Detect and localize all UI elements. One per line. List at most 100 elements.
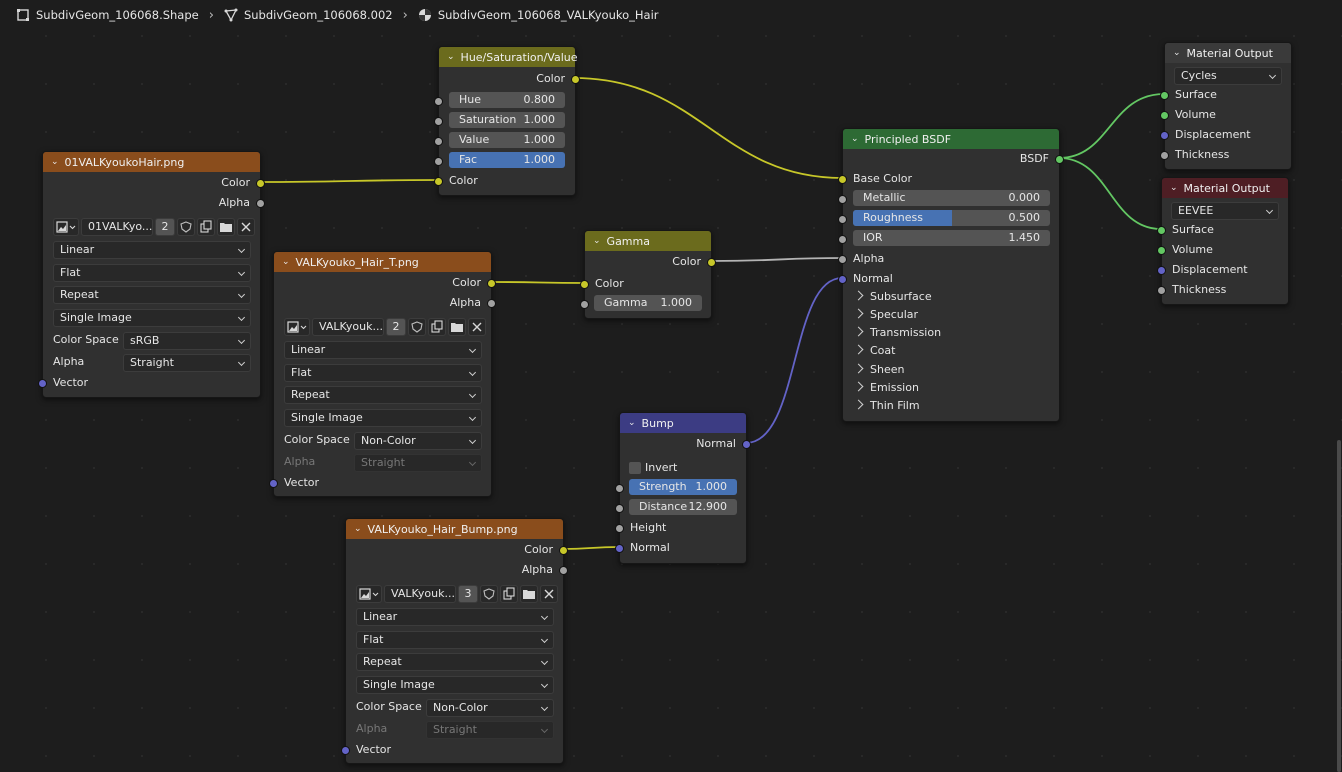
output-socket[interactable] (487, 299, 496, 308)
collapse-icon[interactable]: ⌄ (51, 157, 59, 167)
panel-sheen[interactable]: Sheen (853, 361, 904, 379)
input-socket[interactable] (580, 300, 589, 309)
projection-dropdown[interactable]: Flat (284, 364, 482, 382)
collapse-icon[interactable]: ⌄ (282, 257, 290, 267)
input-socket[interactable] (580, 280, 589, 289)
interpolation-dropdown[interactable]: Linear (284, 341, 482, 359)
duplicate-icon[interactable] (197, 218, 215, 236)
input-socket[interactable] (615, 544, 624, 553)
strength-field[interactable]: Strength 1.000 (629, 479, 737, 495)
input-socket[interactable] (434, 177, 443, 186)
extension-dropdown[interactable]: Repeat (284, 386, 482, 404)
image-name[interactable]: VALKyouk... (312, 318, 384, 336)
input-socket[interactable] (1157, 286, 1166, 295)
collapse-icon[interactable]: ⌄ (628, 418, 636, 428)
interpolation-dropdown[interactable]: Linear (53, 241, 251, 259)
node-header[interactable]: ⌄ 01VALKyoukoHair.png (43, 152, 260, 172)
image-texture-node-1[interactable]: ⌄ 01VALKyoukoHair.png Color Alpha 01VALKy… (38, 151, 265, 398)
image-name[interactable]: 01VALKyo... (81, 218, 153, 236)
collapse-icon[interactable]: ⌄ (1170, 183, 1178, 193)
color-space-dropdown[interactable]: Non-Color (426, 699, 554, 717)
input-socket[interactable] (838, 235, 847, 244)
panel-transmission[interactable]: Transmission (853, 324, 941, 342)
input-socket[interactable] (838, 255, 847, 264)
render-target-dropdown[interactable]: EEVEE (1171, 202, 1279, 220)
output-socket[interactable] (559, 546, 568, 555)
principled-bsdf-node[interactable]: ⌄ Principled BSDF BSDF Base Color Metalli… (838, 128, 1064, 422)
hue-saturation-value-node[interactable]: ⌄ Hue/Saturation/Value Color Hue 0.800 Sat… (434, 46, 580, 196)
input-socket[interactable] (615, 504, 624, 513)
input-socket[interactable] (434, 117, 443, 126)
collapse-icon[interactable]: ⌄ (447, 52, 455, 62)
render-target-dropdown[interactable]: Cycles (1174, 67, 1282, 85)
shield-icon[interactable] (177, 218, 195, 236)
input-socket[interactable] (38, 379, 47, 388)
input-socket[interactable] (434, 97, 443, 106)
input-socket[interactable] (615, 484, 624, 493)
collapse-icon[interactable]: ⌄ (1173, 48, 1181, 58)
close-icon[interactable] (540, 585, 558, 603)
breadcrumb-item-mesh[interactable]: SubdivGeom_106068.002 (224, 8, 393, 22)
input-socket[interactable] (434, 157, 443, 166)
output-socket[interactable] (1055, 155, 1064, 164)
material-output-cycles-node[interactable]: ⌄ Material Output Cycles Surface Volume D… (1160, 42, 1292, 170)
input-socket[interactable] (838, 215, 847, 224)
output-socket[interactable] (742, 440, 751, 449)
gamma-field[interactable]: Gamma 1.000 (594, 295, 702, 311)
folder-icon[interactable] (217, 218, 235, 236)
collapse-icon[interactable]: ⌄ (354, 524, 362, 534)
folder-icon[interactable] (448, 318, 466, 336)
panel-specular[interactable]: Specular (853, 306, 918, 324)
output-socket[interactable] (256, 179, 265, 188)
input-socket[interactable] (434, 137, 443, 146)
breadcrumb-item-material[interactable]: SubdivGeom_106068_VALKyouko_Hair (418, 8, 659, 22)
input-socket[interactable] (615, 524, 624, 533)
panel-subsurface[interactable]: Subsurface (853, 288, 932, 306)
metallic-field[interactable]: Metallic 0.000 (853, 190, 1050, 206)
user-count[interactable]: 2 (386, 318, 406, 336)
user-count[interactable]: 2 (155, 218, 175, 236)
input-socket[interactable] (1157, 266, 1166, 275)
image-icon[interactable] (53, 218, 79, 236)
projection-dropdown[interactable]: Flat (53, 264, 251, 282)
input-socket[interactable] (838, 175, 847, 184)
node-header[interactable]: ⌄ Hue/Saturation/Value (439, 47, 578, 67)
shield-icon[interactable] (408, 318, 426, 336)
image-name[interactable]: VALKyouk... (384, 585, 456, 603)
collapse-icon[interactable]: ⌄ (851, 134, 859, 144)
image-texture-node-2[interactable]: ⌄ VALKyouko_Hair_T.png Color Alpha VALKyo… (269, 251, 496, 497)
ior-field[interactable]: IOR 1.450 (853, 230, 1050, 246)
panel-coat[interactable]: Coat (853, 342, 895, 360)
vertical-scrollbar[interactable] (1337, 440, 1341, 772)
image-icon[interactable] (284, 318, 310, 336)
breadcrumb-item-object[interactable]: SubdivGeom_106068.Shape (16, 8, 199, 22)
bump-node[interactable]: ⌄ Bump Normal Invert Strength 1.000 Distan… (615, 412, 751, 564)
value-field[interactable]: Value 1.000 (449, 132, 565, 148)
node-header[interactable]: ⌄ Bump (620, 413, 746, 433)
hue-field[interactable]: Hue 0.800 (449, 92, 565, 108)
input-socket[interactable] (341, 746, 350, 755)
input-socket[interactable] (838, 195, 847, 204)
output-socket[interactable] (571, 75, 580, 84)
material-output-eevee-node[interactable]: ⌄ Material Output EEVEE Surface Volume Di… (1157, 177, 1289, 305)
input-socket[interactable] (1157, 226, 1166, 235)
node-header[interactable]: ⌄ Material Output (1165, 43, 1291, 63)
node-header[interactable]: ⌄ VALKyouko_Hair_Bump.png (346, 519, 563, 539)
projection-dropdown[interactable]: Flat (356, 631, 554, 649)
output-socket[interactable] (256, 199, 265, 208)
user-count[interactable]: 3 (458, 585, 478, 603)
close-icon[interactable] (237, 218, 255, 236)
extension-dropdown[interactable]: Repeat (53, 286, 251, 304)
output-socket[interactable] (559, 566, 568, 575)
input-socket[interactable] (838, 275, 847, 284)
source-dropdown[interactable]: Single Image (53, 309, 251, 327)
node-header[interactable]: ⌄ VALKyouko_Hair_T.png (274, 252, 491, 272)
node-header[interactable]: ⌄ Material Output (1162, 178, 1288, 198)
roughness-field[interactable]: Roughness 0.500 (853, 210, 1050, 226)
input-socket[interactable] (1160, 151, 1169, 160)
input-socket[interactable] (1160, 111, 1169, 120)
output-socket[interactable] (487, 279, 496, 288)
folder-icon[interactable] (520, 585, 538, 603)
interpolation-dropdown[interactable]: Linear (356, 608, 554, 626)
alpha-mode-dropdown[interactable]: Straight (123, 354, 251, 372)
